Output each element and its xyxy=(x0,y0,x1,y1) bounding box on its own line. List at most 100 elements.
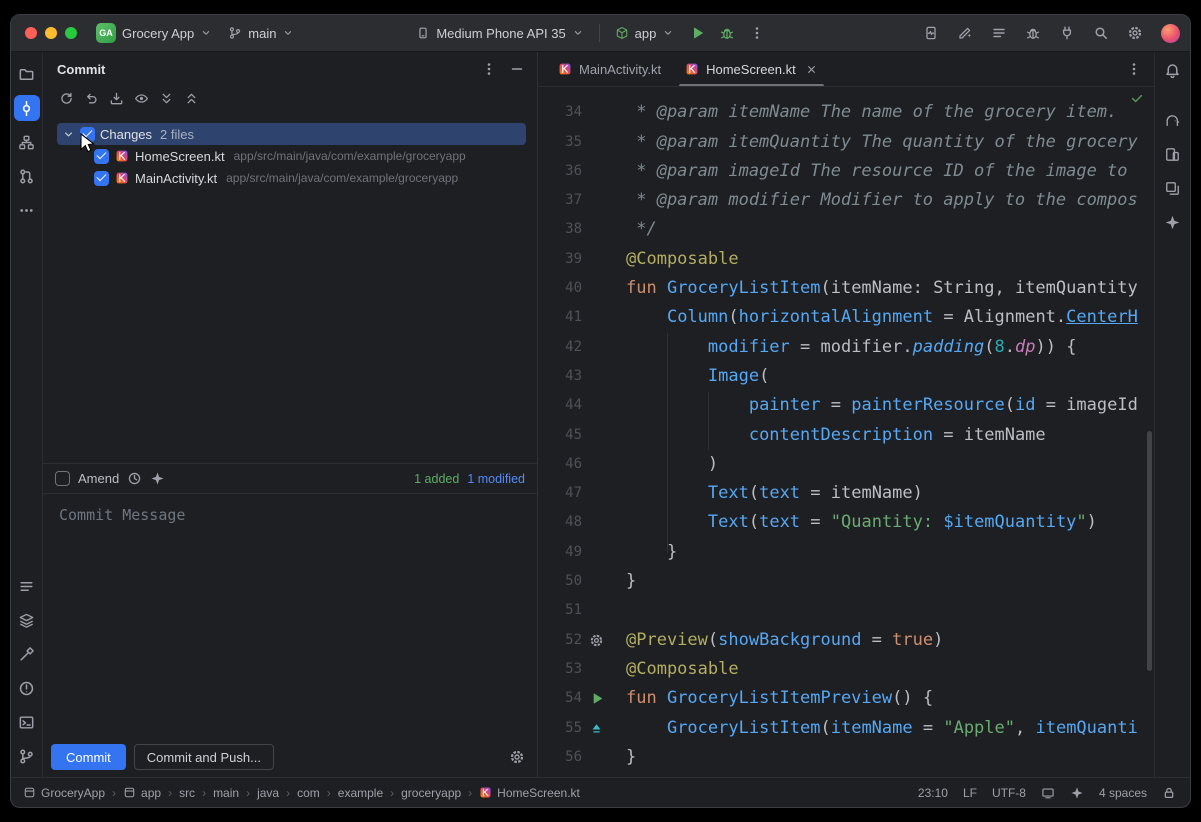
resource-manager-button[interactable] xyxy=(1160,175,1186,201)
collapse-all-button[interactable] xyxy=(180,87,202,109)
breadcrumb-item[interactable]: com xyxy=(297,786,320,800)
gear-gutter-icon[interactable] xyxy=(589,633,604,648)
build-tool-button[interactable] xyxy=(14,641,40,667)
run-button[interactable] xyxy=(683,19,711,47)
code-area[interactable]: 33 *34 * @param itemName The name of the… xyxy=(538,87,1154,777)
build-variants-tool-button[interactable] xyxy=(14,607,40,633)
code-text: @Preview(showBackground = true) xyxy=(608,626,943,655)
changed-file-row[interactable]: MainActivity.kt app/src/main/java/com/ex… xyxy=(43,167,537,189)
problems-tool-button[interactable] xyxy=(14,675,40,701)
device-selector[interactable]: Medium Phone API 35 xyxy=(409,22,590,45)
code-line: 51 xyxy=(538,596,1154,625)
breadcrumb-item[interactable]: java xyxy=(257,786,279,800)
project-tool-button[interactable] xyxy=(14,61,40,87)
shelve-icon xyxy=(109,91,124,106)
more-actions-button[interactable] xyxy=(743,19,771,47)
git-branch-icon xyxy=(18,748,35,765)
commit-tool-button[interactable] xyxy=(14,95,40,121)
cursor-position[interactable]: 23:10 xyxy=(918,786,948,800)
project-selector[interactable]: GA Grocery App xyxy=(89,19,219,47)
indent-setting[interactable]: 4 spaces xyxy=(1099,786,1147,800)
breadcrumb-item[interactable]: groceryapp xyxy=(401,786,461,800)
breadcrumb-item[interactable]: main xyxy=(213,786,239,800)
breadcrumb-separator: › xyxy=(468,786,472,800)
more-tools-button[interactable] xyxy=(14,197,40,223)
running-devices-button[interactable] xyxy=(917,19,945,47)
code-text: @Composable xyxy=(608,245,739,274)
minimize-icon xyxy=(509,61,525,77)
panel-options-button[interactable] xyxy=(477,57,501,81)
tab-homescreen[interactable]: HomeScreen.kt xyxy=(673,52,830,86)
branch-selector[interactable]: main xyxy=(221,22,301,45)
pull-requests-tool-button[interactable] xyxy=(14,163,40,189)
layers-icon xyxy=(18,612,35,629)
inspection-ok-icon[interactable] xyxy=(1130,91,1144,105)
search-everywhere-button[interactable] xyxy=(1087,19,1115,47)
stacked-panels-icon xyxy=(1164,180,1181,197)
user-avatar[interactable] xyxy=(1161,24,1180,43)
code-lines: 33 *34 * @param itemName The name of the… xyxy=(538,87,1154,777)
line-separator[interactable]: LF xyxy=(963,786,977,800)
gutter xyxy=(582,714,608,743)
device-manager-button[interactable] xyxy=(1160,141,1186,167)
commit-and-push-button[interactable]: Commit and Push... xyxy=(134,744,274,770)
ai-spark-icon[interactable] xyxy=(1070,786,1084,800)
code-line: 46 ) xyxy=(538,450,1154,479)
breadcrumb-item[interactable]: GroceryApp xyxy=(23,786,105,800)
settings-button[interactable] xyxy=(1121,19,1149,47)
modified-count[interactable]: 1 modified xyxy=(467,472,525,486)
lock-icon[interactable] xyxy=(1162,786,1176,800)
history-clock-icon[interactable] xyxy=(127,471,142,486)
amend-checkbox[interactable] xyxy=(55,471,70,486)
close-window-button[interactable] xyxy=(25,27,37,39)
file-encoding[interactable]: UTF-8 xyxy=(992,786,1026,800)
gemini-tool-button[interactable] xyxy=(1160,209,1186,235)
editor-scrollbar[interactable] xyxy=(1147,431,1152,671)
shelve-button[interactable] xyxy=(105,87,127,109)
run-config-selector[interactable]: app xyxy=(608,22,682,45)
todo-tool-button[interactable] xyxy=(14,573,40,599)
tab-mainactivity[interactable]: MainActivity.kt xyxy=(546,52,673,86)
version-control-tool-button[interactable] xyxy=(14,743,40,769)
commit-message-placeholder: Commit Message xyxy=(59,506,185,524)
logcat-button[interactable] xyxy=(985,19,1013,47)
rollback-button[interactable] xyxy=(80,87,102,109)
run-gutter-icon[interactable] xyxy=(589,691,604,706)
hide-panel-button[interactable] xyxy=(505,57,529,81)
breadcrumb-item[interactable]: example xyxy=(338,786,383,800)
breadcrumb-item[interactable]: app xyxy=(123,786,161,800)
ai-assistant-button[interactable] xyxy=(951,19,979,47)
line-number: 45 xyxy=(538,421,582,450)
device-mirroring-button[interactable] xyxy=(1053,19,1081,47)
added-count[interactable]: 1 added xyxy=(414,472,459,486)
reader-mode-icon[interactable] xyxy=(1041,786,1055,800)
breadcrumb-item[interactable]: src xyxy=(179,786,195,800)
ai-spark-icon[interactable] xyxy=(150,471,165,486)
gradle-tool-button[interactable] xyxy=(1160,107,1186,133)
up-gutter-icon[interactable] xyxy=(589,721,604,736)
commit-button[interactable]: Commit xyxy=(51,744,126,770)
app-quality-insights-button[interactable] xyxy=(1019,19,1047,47)
gutter xyxy=(582,596,608,625)
zoom-window-button[interactable] xyxy=(65,27,77,39)
structure-tool-button[interactable] xyxy=(14,129,40,155)
file-checkbox[interactable] xyxy=(94,149,109,164)
terminal-tool-button[interactable] xyxy=(14,709,40,735)
tab-list-button[interactable] xyxy=(1122,57,1146,81)
refresh-changes-button[interactable] xyxy=(55,87,77,109)
close-tab-icon[interactable] xyxy=(805,63,818,76)
changed-file-row[interactable]: HomeScreen.kt app/src/main/java/com/exam… xyxy=(43,145,537,167)
changes-group-row[interactable]: Changes 2 files xyxy=(57,123,526,145)
minimize-window-button[interactable] xyxy=(45,27,57,39)
expand-all-button[interactable] xyxy=(155,87,177,109)
running-devices-icon xyxy=(923,25,939,41)
breadcrumb-item[interactable]: HomeScreen.kt xyxy=(479,786,580,800)
debug-button[interactable] xyxy=(713,19,741,47)
commit-options-button[interactable] xyxy=(505,745,529,769)
commit-message-input[interactable]: Commit Message xyxy=(43,493,537,737)
branch-name: main xyxy=(248,26,276,41)
changes-checkbox[interactable] xyxy=(80,127,95,142)
file-checkbox[interactable] xyxy=(94,171,109,186)
preview-diff-button[interactable] xyxy=(130,87,152,109)
notifications-button[interactable] xyxy=(1160,57,1186,83)
